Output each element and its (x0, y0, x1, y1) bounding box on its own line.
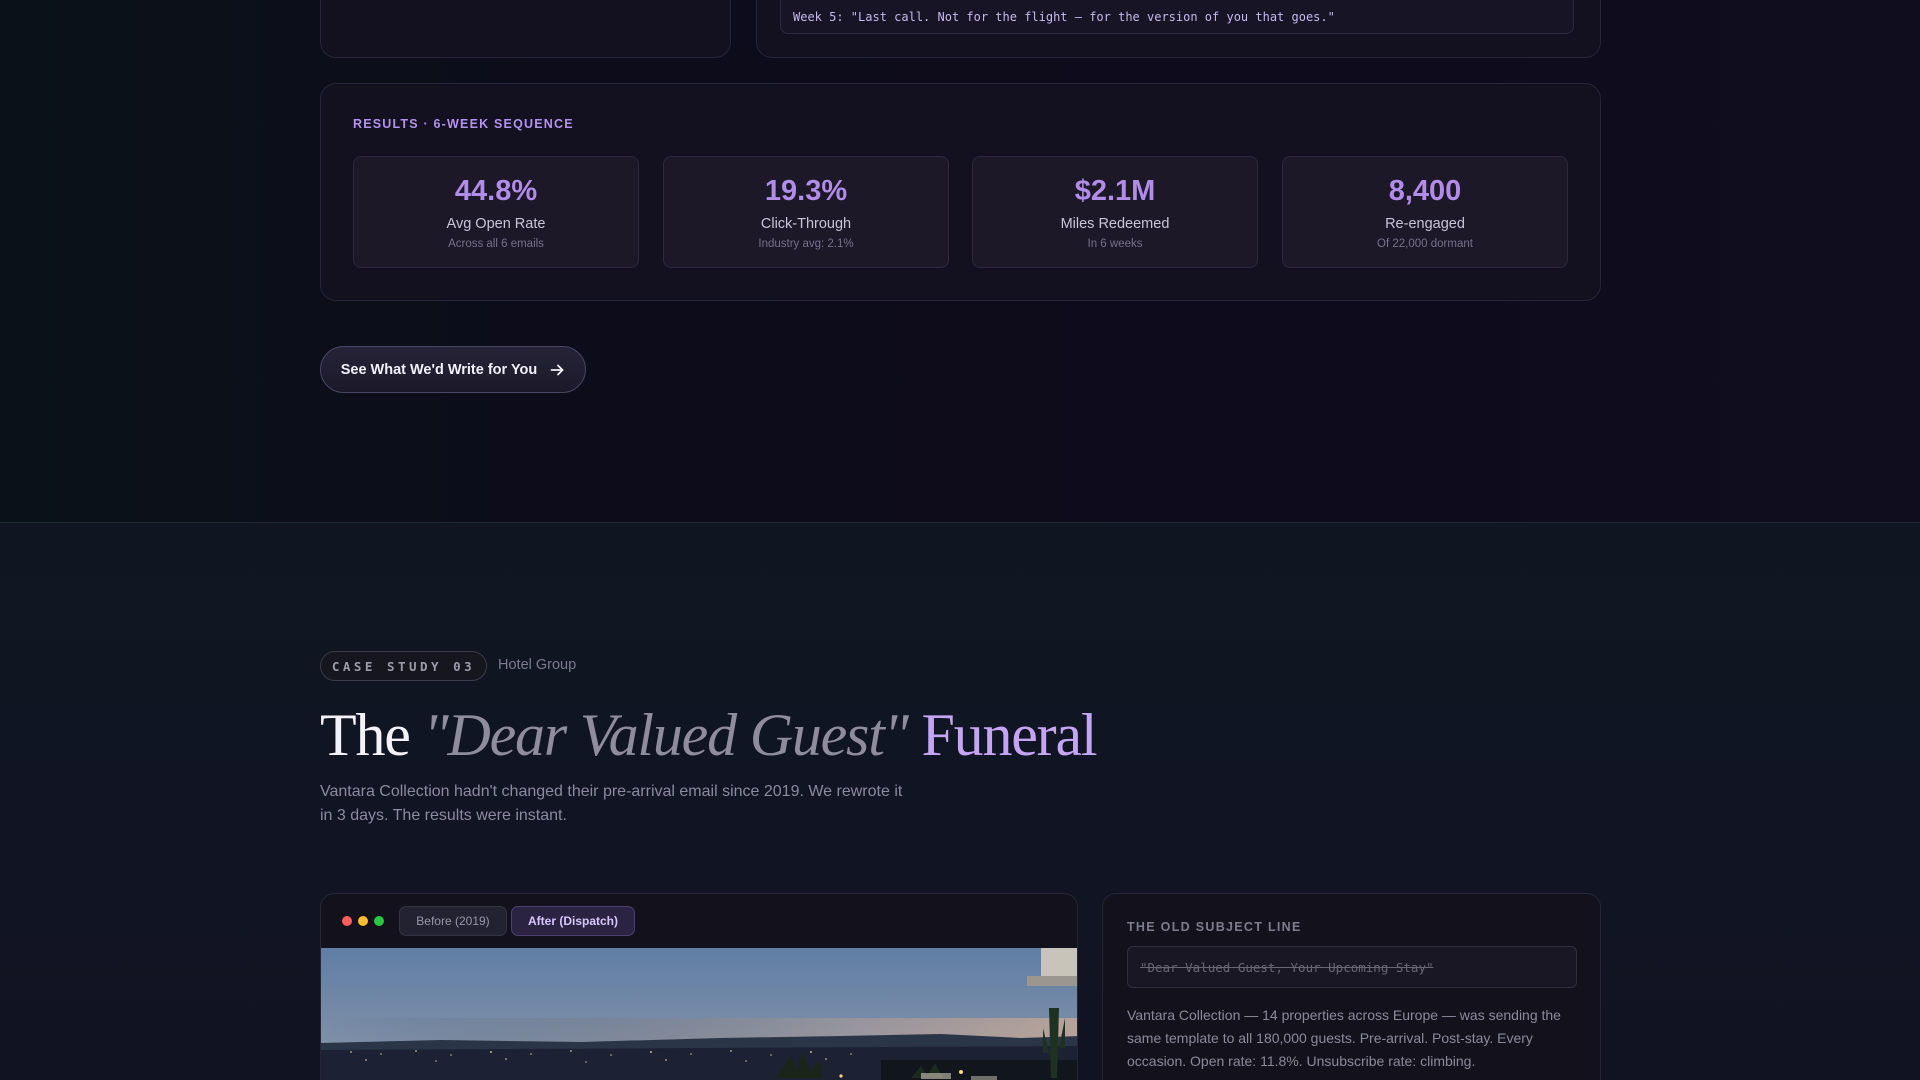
stat-label: Avg Open Rate (446, 216, 546, 232)
arrow-right-icon (549, 362, 565, 378)
stat-card-re-engaged: 8,400 Re-engaged Of 22,000 dormant (1282, 156, 1568, 268)
previous-left-panel (320, 0, 731, 58)
stat-value: $2.1M (1074, 175, 1156, 207)
stat-value: 8,400 (1388, 175, 1462, 207)
see-what-wed-write-button[interactable]: See What We'd Write for You (320, 346, 586, 393)
stat-label: Miles Redeemed (1060, 216, 1170, 232)
case-study-headline: The "Dear Valued Guest" Funeral (320, 698, 1098, 772)
minimize-dot-icon (358, 916, 368, 926)
old-subject-line-card: THE OLD SUBJECT LINE "Dear Valued Guest,… (1102, 893, 1601, 1080)
stat-card-miles-redeemed: $2.1M Miles Redeemed In 6 weeks (972, 156, 1258, 268)
maximize-dot-icon (374, 916, 384, 926)
window-controls (342, 916, 384, 926)
cta-label: See What We'd Write for You (340, 361, 538, 378)
week5-quote: Week 5: "Last call. Not for the flight —… (793, 10, 1335, 24)
tab-after-dispatch[interactable]: After (Dispatch) (511, 906, 635, 936)
case-study-badge: CASE STUDY 03 (320, 651, 487, 681)
stat-sub: Across all 6 emails (448, 238, 544, 250)
email-preview-card: Before (2019) After (Dispatch) (320, 893, 1078, 1080)
stat-value: 19.3% (764, 175, 848, 207)
stat-card-open-rate: 44.8% Avg Open Rate Across all 6 emails (353, 156, 639, 268)
stat-sub: Industry avg: 2.1% (758, 238, 854, 250)
headline-accent: Funeral (907, 702, 1097, 768)
stat-sub: In 6 weeks (1087, 238, 1143, 250)
tab-before-2019[interactable]: Before (2019) (399, 906, 507, 936)
results-title: RESULTS · 6-WEEK SEQUENCE (353, 117, 574, 131)
stat-value: 44.8% (454, 175, 538, 207)
headline-prefix: The (320, 702, 424, 768)
close-dot-icon (342, 916, 352, 926)
hotel-terrace-image (321, 948, 1077, 1080)
stat-label: Click-Through (760, 216, 852, 232)
old-subject-line: "Dear Valued Guest, Your Upcoming Stay" (1127, 946, 1577, 988)
headline-quote: "Dear Valued Guest" (423, 702, 908, 768)
stat-label: Re-engaged (1385, 216, 1465, 232)
stat-card-click-through: 19.3% Click-Through Industry avg: 2.1% (663, 156, 949, 268)
case-study-intro: Vantara Collection hadn't changed their … (320, 783, 903, 824)
stat-sub: Of 22,000 dormant (1377, 238, 1473, 250)
case-study-category: Hotel Group (498, 657, 577, 673)
old-subject-title: THE OLD SUBJECT LINE (1127, 920, 1302, 934)
page: Week 5: "Last call. Not for the flight —… (0, 0, 1920, 1080)
old-subject-description: Vantara Collection — 14 properties acros… (1127, 1007, 1561, 1069)
